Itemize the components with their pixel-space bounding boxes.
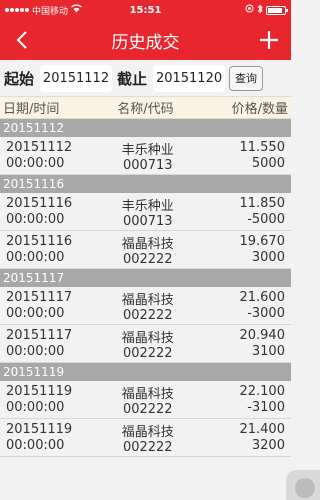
chevron-left-icon (16, 31, 27, 49)
trade-price: 20.940 (239, 327, 285, 343)
end-date-input[interactable] (153, 64, 226, 92)
status-bar: 中国移动 15:51 (0, 0, 291, 20)
stock-name: 福晶科技 (121, 237, 174, 252)
trade-time: 00:00:00 (6, 156, 65, 172)
table-row[interactable]: 20151119 00:00:00 福晶科技 002222 21.400 3200 (0, 419, 291, 457)
trade-qty: -3100 (247, 400, 285, 416)
trade-date: 20151112 (6, 139, 73, 155)
group-header: 20151112 (0, 119, 291, 137)
trade-qty: 3200 (251, 438, 285, 454)
trade-time: 00:00:00 (6, 306, 65, 322)
trade-price: 19.670 (239, 233, 285, 249)
table-row[interactable]: 20151116 00:00:00 丰乐种业 000713 11.850 -5000 (0, 193, 291, 231)
battery-icon (266, 5, 288, 15)
stock-code: 000713 (122, 158, 173, 173)
stock-name: 丰乐种业 (121, 143, 174, 158)
header-price-qty: 价格/数量 (231, 102, 288, 117)
search-row: 起始 截止 查询 (0, 60, 291, 97)
table-row[interactable]: 20151117 00:00:00 福晶科技 002222 20.940 3100 (0, 325, 291, 363)
plus-icon (260, 31, 278, 49)
table-row[interactable]: 20151119 00:00:00 福晶科技 002222 22.100 -3100 (0, 381, 291, 419)
stock-code: 002222 (122, 440, 173, 455)
trade-date: 20151116 (6, 195, 73, 211)
nav-bar: 历史成交 (0, 20, 291, 60)
trade-time: 00:00:00 (6, 212, 65, 228)
stock-code: 002222 (122, 308, 173, 323)
trade-time: 00:00:00 (6, 344, 65, 360)
signal-strength-icon (5, 8, 29, 12)
bluetooth-icon (257, 3, 263, 17)
back-button[interactable] (8, 26, 36, 54)
table-row[interactable]: 20151117 00:00:00 福晶科技 002222 21.600 -3000 (0, 287, 291, 325)
query-button[interactable]: 查询 (229, 65, 264, 91)
start-date-label: 起始 (4, 69, 35, 88)
trade-time: 00:00:00 (6, 250, 65, 266)
trade-time: 00:00:00 (6, 400, 65, 416)
wifi-icon (71, 4, 82, 16)
page-title: 历史成交 (111, 32, 180, 53)
group-header: 20151116 (0, 175, 291, 193)
stock-code: 000713 (122, 214, 173, 229)
trade-date: 20151117 (6, 327, 73, 343)
carrier-name: 中国移动 (32, 6, 69, 17)
trade-qty: -3000 (247, 306, 285, 322)
table-row[interactable]: 20151116 00:00:00 福晶科技 002222 19.670 3000 (0, 231, 291, 269)
trade-list: 20151112 20151112 00:00:00 丰乐种业 000713 11.… (0, 119, 291, 457)
trade-date: 20151116 (6, 233, 73, 249)
stock-name: 福晶科技 (121, 387, 174, 402)
stock-code: 002222 (122, 402, 173, 417)
trade-date: 20151119 (6, 383, 73, 399)
trade-time: 00:00:00 (6, 438, 65, 454)
group-header: 20151117 (0, 269, 291, 287)
stock-name: 福晶科技 (121, 425, 174, 440)
trade-qty: 3000 (251, 250, 285, 266)
stock-name: 福晶科技 (121, 331, 174, 346)
orientation-lock-icon (245, 4, 254, 16)
trade-qty: 3100 (251, 344, 285, 360)
stock-code: 002222 (122, 346, 173, 361)
assistive-touch-button[interactable] (286, 470, 320, 500)
start-date-input[interactable] (40, 64, 113, 92)
header-name-code: 名称/代码 (117, 102, 174, 117)
end-date-label: 截止 (117, 69, 148, 88)
trade-price: 21.400 (239, 421, 285, 437)
add-button[interactable] (255, 26, 283, 54)
stock-name: 福晶科技 (121, 293, 174, 308)
table-header: 日期/时间 名称/代码 价格/数量 (0, 97, 291, 119)
stock-code: 002222 (122, 252, 173, 267)
trade-qty: 5000 (251, 156, 285, 172)
trade-price: 22.100 (239, 383, 285, 399)
trade-price: 11.850 (239, 195, 285, 211)
trade-price: 21.600 (239, 289, 285, 305)
table-row[interactable]: 20151112 00:00:00 丰乐种业 000713 11.550 5000 (0, 137, 291, 175)
stock-name: 丰乐种业 (121, 199, 174, 214)
trade-qty: -5000 (247, 212, 285, 228)
header-date-time: 日期/时间 (3, 102, 60, 117)
trade-date: 20151119 (6, 421, 73, 437)
trade-price: 11.550 (239, 139, 285, 155)
group-header: 20151119 (0, 363, 291, 381)
trade-date: 20151117 (6, 289, 73, 305)
